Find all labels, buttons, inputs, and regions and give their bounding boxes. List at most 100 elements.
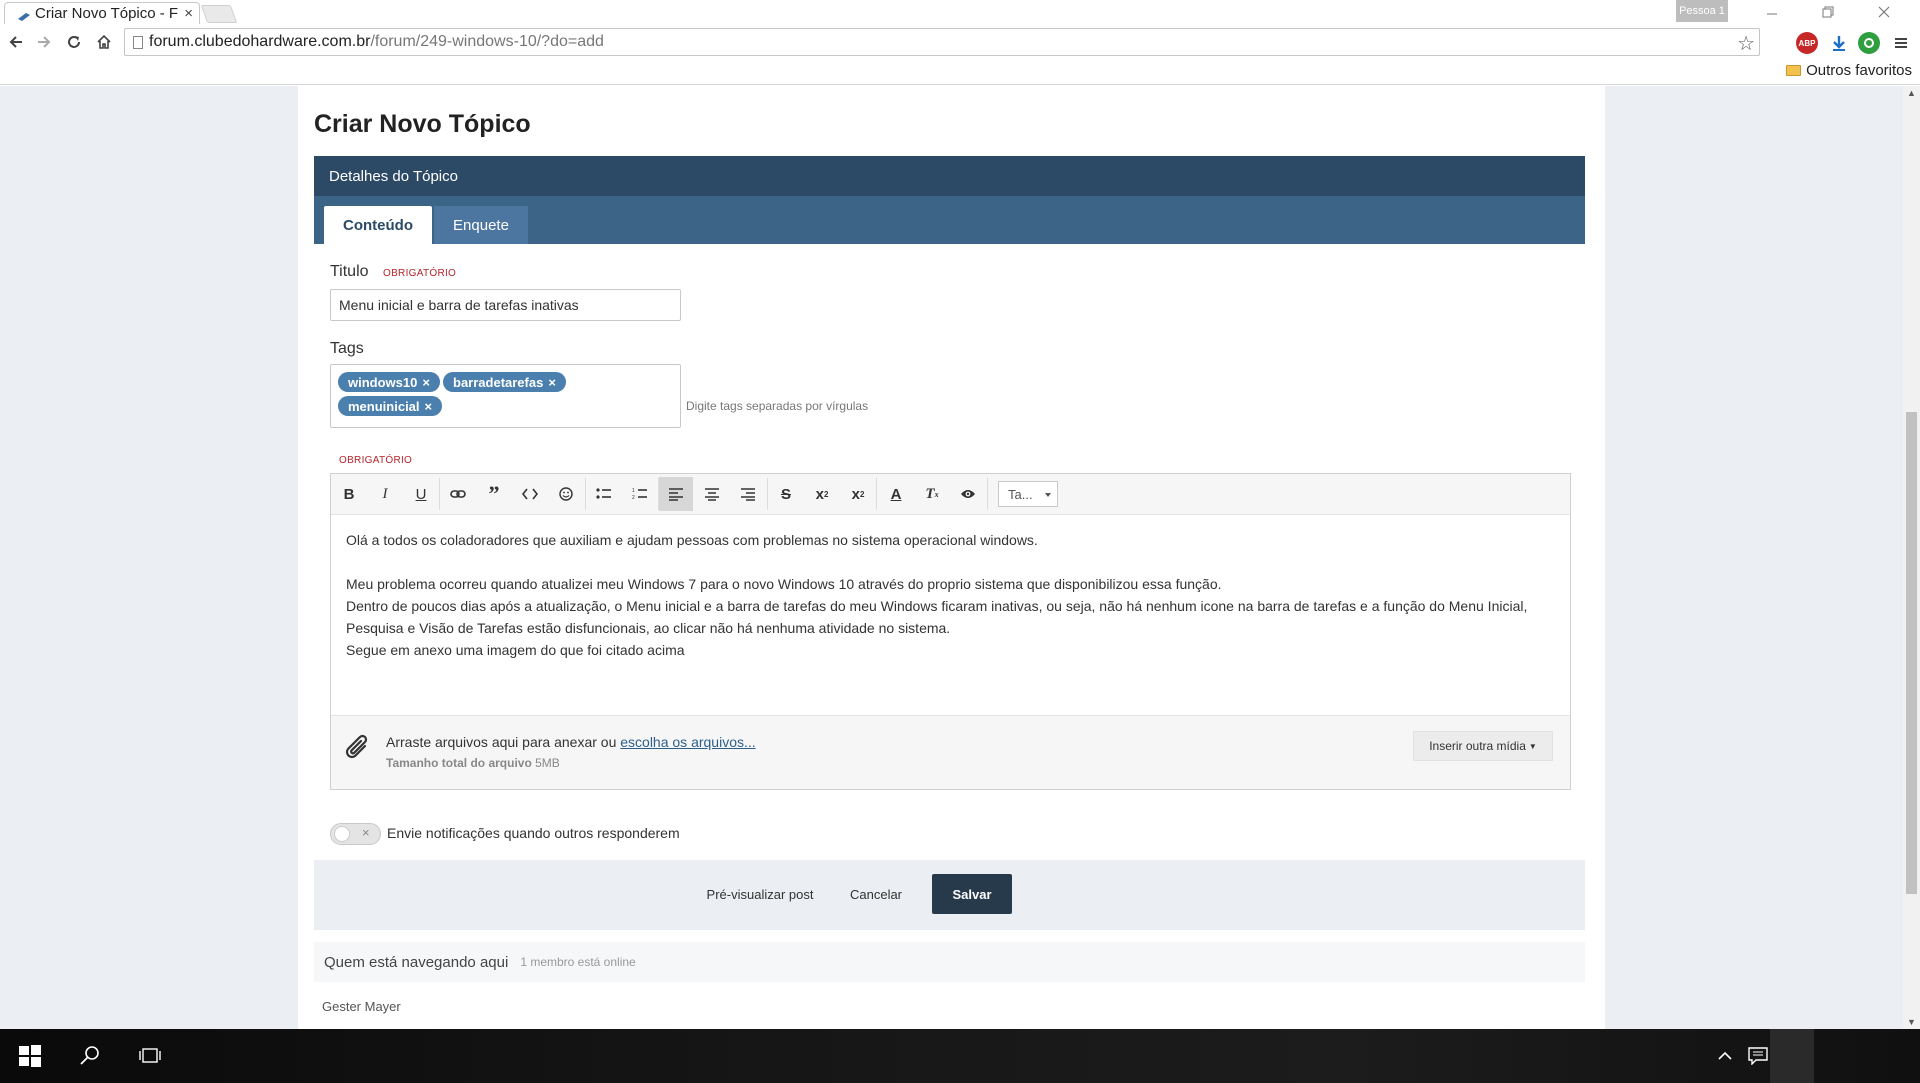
form-actions: Pré-visualizar post Cancelar Salvar	[314, 860, 1585, 930]
browser-toolbar: forum.clubedohardware.com.br/forum/249-w…	[0, 24, 1920, 60]
paperclip-icon	[345, 732, 371, 765]
extension-icon[interactable]	[1858, 32, 1880, 54]
save-button[interactable]: Salvar	[932, 874, 1012, 914]
chevron-up-icon[interactable]	[1710, 1029, 1740, 1083]
notify-toggle[interactable]: ×	[330, 823, 381, 845]
minimize-icon[interactable]	[1744, 0, 1800, 24]
strikethrough-icon[interactable]: S	[769, 477, 803, 511]
insert-media-button[interactable]: Inserir outra mídia ▼	[1413, 731, 1553, 761]
emoji-icon[interactable]	[549, 477, 583, 511]
profile-button[interactable]: Pessoa 1	[1676, 0, 1728, 22]
link-icon[interactable]	[441, 477, 475, 511]
font-size-select[interactable]: Ta...	[998, 481, 1058, 507]
tab-enquete[interactable]: Enquete	[434, 206, 528, 244]
numbered-list-icon[interactable]: 12	[623, 477, 657, 511]
scroll-up-icon[interactable]: ▲	[1907, 88, 1916, 98]
choose-files-link[interactable]: escolha os arquivos...	[620, 734, 755, 750]
preview-eye-icon[interactable]	[951, 477, 985, 511]
other-bookmarks[interactable]: Outros favoritos	[1786, 62, 1912, 79]
tag-remove-icon[interactable]: ×	[548, 375, 556, 390]
chrome-menu-icon[interactable]	[1890, 32, 1912, 54]
new-tab-button[interactable]	[200, 5, 238, 23]
restore-icon[interactable]	[1800, 0, 1856, 24]
tag-text: windows10	[348, 374, 418, 390]
title-input[interactable]: Menu inicial e barra de tarefas inativas	[330, 289, 681, 321]
toolbar-divider	[585, 478, 586, 510]
online-count: 1 membro está online	[520, 955, 636, 969]
reload-icon[interactable]	[62, 30, 86, 54]
align-center-icon[interactable]	[695, 477, 729, 511]
cancel-button[interactable]: Cancelar	[831, 874, 921, 914]
font-size-value: Ta...	[1008, 486, 1033, 502]
toggle-off-icon: ×	[362, 825, 370, 840]
attach-text: Arraste arquivos aqui para anexar ou	[386, 734, 617, 750]
online-header: Quem está navegando aqui 1 membro está o…	[314, 942, 1585, 982]
search-icon[interactable]	[70, 1029, 110, 1083]
address-bar[interactable]: forum.clubedohardware.com.br/forum/249-w…	[124, 28, 1760, 56]
quote-icon[interactable]: ”	[477, 477, 511, 511]
windows-start-icon[interactable]	[10, 1029, 50, 1083]
task-view-icon[interactable]	[130, 1029, 170, 1083]
attach-instructions: Arraste arquivos aqui para anexar ou esc…	[386, 734, 756, 750]
toolbar-divider	[987, 478, 988, 510]
text-color-icon[interactable]: A	[879, 477, 913, 511]
notify-label: Envie notificações quando outros respond…	[387, 825, 680, 841]
tags-hint: Digite tags separadas por vírgulas	[686, 399, 869, 413]
attachment-area[interactable]: Arraste arquivos aqui para anexar ou esc…	[331, 715, 1570, 789]
tags-input[interactable]: windows10 × barradetarefas × menuinicial ×	[330, 364, 681, 428]
browser-tab[interactable]: Criar Novo Tópico - F ×	[4, 2, 200, 24]
tag-chip[interactable]: menuinicial ×	[338, 396, 443, 416]
toolbar-divider	[767, 478, 768, 510]
editor-content[interactable]: Olá a todos os coladoradores que auxilia…	[346, 529, 1561, 661]
title-label: Titulo	[330, 263, 369, 280]
toolbar-divider	[876, 478, 877, 510]
subscript-icon[interactable]: x2	[841, 477, 875, 511]
back-icon[interactable]	[4, 30, 28, 54]
insert-media-label: Inserir outra mídia	[1429, 739, 1526, 753]
bookmarks-bar: Outros favoritos	[0, 60, 1920, 85]
bullet-list-icon[interactable]	[587, 477, 621, 511]
page-viewport: Criar Novo Tópico Detalhes do Tópico Con…	[0, 86, 1903, 1029]
tab-close-icon[interactable]: ×	[184, 5, 193, 22]
tag-text: menuinicial	[348, 398, 420, 414]
chevron-down-icon	[1045, 493, 1051, 497]
scrollbar-thumb[interactable]	[1906, 412, 1917, 894]
tag-remove-icon[interactable]: ×	[425, 399, 433, 414]
rich-text-editor: B I U ” 12 S x 2 x 2 A T x Ta... Olá a t…	[330, 473, 1571, 790]
online-member-link[interactable]: Gester Mayer	[322, 999, 401, 1014]
title-required: OBRIGATÓRIO	[383, 268, 457, 279]
adblock-icon[interactable]: ABP	[1796, 32, 1818, 54]
tag-text: barradetarefas	[453, 374, 544, 390]
forward-icon[interactable]	[32, 30, 56, 54]
underline-icon[interactable]: U	[404, 477, 438, 511]
browser-tabstrip: Criar Novo Tópico - F × Pessoa 1	[0, 0, 1920, 24]
toggle-knob	[334, 826, 350, 842]
tags-label: Tags	[330, 340, 364, 357]
clear-format-icon[interactable]: Tx	[915, 477, 949, 511]
attach-size: Tamanho total do arquivo 5MB	[386, 756, 560, 770]
align-right-icon[interactable]	[731, 477, 765, 511]
window-close-icon[interactable]	[1856, 0, 1912, 24]
download-icon[interactable]	[1828, 32, 1850, 54]
superscript-icon[interactable]: x2	[805, 477, 839, 511]
attach-size-value: 5MB	[535, 756, 560, 770]
page-title: Criar Novo Tópico	[314, 110, 531, 138]
tab-title: Criar Novo Tópico - F	[35, 5, 179, 22]
code-icon[interactable]	[513, 477, 547, 511]
italic-icon[interactable]: I	[368, 477, 402, 511]
tag-chip[interactable]: windows10 ×	[338, 372, 440, 392]
scroll-down-icon[interactable]: ▼	[1907, 1017, 1916, 1027]
page-scrollbar[interactable]: ▲ ▼	[1903, 86, 1920, 1029]
preview-button[interactable]: Pré-visualizar post	[695, 874, 825, 914]
svg-text:2: 2	[632, 495, 635, 501]
content-paragraph: Dentro de poucos dias após a atualização…	[346, 598, 1528, 636]
align-left-icon[interactable]	[659, 477, 693, 511]
tag-remove-icon[interactable]: ×	[422, 375, 430, 390]
tab-conteudo[interactable]: Conteúdo	[324, 206, 432, 244]
bookmark-star-icon[interactable]: ☆	[1737, 31, 1755, 56]
site-favicon	[17, 9, 31, 21]
tag-chip[interactable]: barradetarefas ×	[443, 372, 566, 392]
home-icon[interactable]	[92, 30, 116, 54]
show-desktop-area[interactable]	[1770, 1029, 1814, 1083]
bold-icon[interactable]: B	[332, 477, 366, 511]
